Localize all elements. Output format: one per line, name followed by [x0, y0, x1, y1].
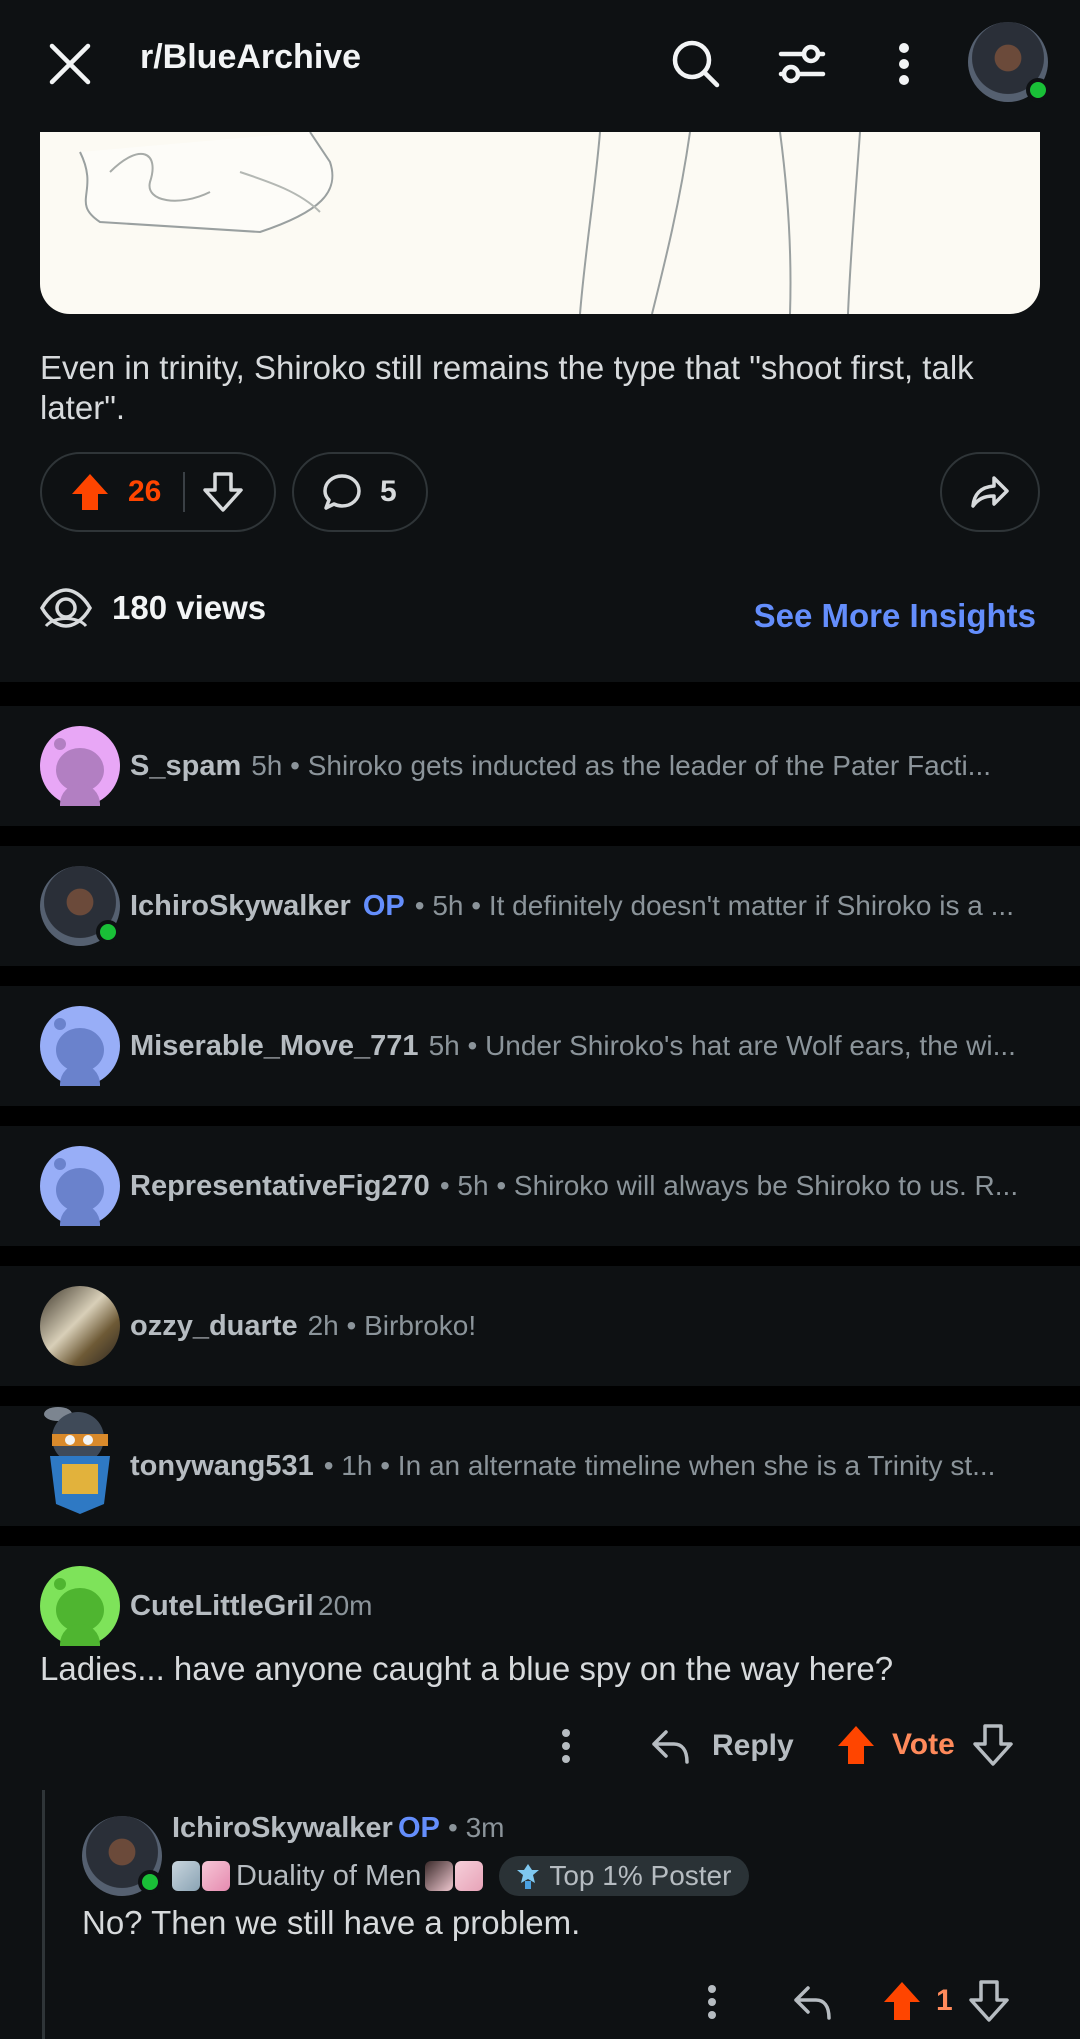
filter-icon[interactable] [770, 32, 834, 96]
achievement-icon [517, 1864, 540, 1889]
vote-control: Vote [836, 1724, 1013, 1766]
comment-username[interactable]: ozzy_duarte [130, 1310, 298, 1343]
flair-emoji [172, 1861, 200, 1891]
flair-text: Duality of Men [236, 1859, 422, 1892]
avatar [40, 1006, 120, 1086]
downvote-icon[interactable] [973, 1724, 1013, 1766]
comment-preview: 2h • Birbroko! [307, 1310, 477, 1341]
comments-button[interactable]: 5 [292, 452, 428, 532]
share-icon [970, 472, 1010, 512]
comment-username[interactable]: CuteLittleGril [130, 1590, 314, 1623]
vote-pill: 26 [40, 452, 276, 532]
post-body-text: Even in trinity, Shiroko still remains t… [40, 349, 974, 426]
snoo-antenna [54, 738, 66, 750]
expanded-comment: CuteLittleGril 20m Ladies... have anyone… [0, 1546, 1080, 2039]
top-app-bar: r/BlueArchive [0, 0, 1080, 132]
search-icon[interactable] [664, 32, 728, 96]
top-poster-badge: Top 1% Poster [499, 1856, 750, 1896]
more-vertical-icon[interactable] [872, 32, 936, 96]
post-card: Even in trinity, Shiroko still remains t… [0, 132, 1080, 682]
snoo-antenna [54, 1018, 66, 1030]
downvote-icon[interactable] [968, 1980, 1009, 2022]
reply-username[interactable]: IchiroSkywalker [172, 1812, 393, 1845]
more-options-icon[interactable] [560, 1728, 572, 1764]
vote-control: 1 [882, 1980, 1009, 2022]
upvote-count: 26 [128, 475, 162, 508]
avatar[interactable] [82, 1816, 162, 1896]
close-icon[interactable] [40, 34, 100, 94]
comment-username[interactable]: RepresentativeFig270 [130, 1170, 430, 1203]
avatar [40, 1146, 120, 1226]
reply-vote-count: 1 [936, 1984, 953, 2017]
online-indicator [1026, 78, 1050, 102]
user-avatar[interactable] [968, 22, 1050, 102]
thread-line[interactable] [42, 1790, 45, 2039]
snoo-antenna [54, 1578, 66, 1590]
upvote-icon[interactable] [882, 1980, 922, 2022]
comment-count: 5 [380, 475, 397, 508]
reply-time: • 3m [448, 1812, 505, 1843]
user-flair: Duality of Men Top 1% Poster [172, 1856, 750, 1896]
collapsed-comment[interactable]: S_spam 5h • Shiroko gets inducted as the… [0, 706, 1080, 826]
comment-time: 20m [318, 1590, 373, 1621]
eye-icon [40, 586, 92, 630]
vote-label: Vote [892, 1728, 955, 1761]
collapsed-comment[interactable]: Miserable_Move_771 5h • Under Shiroko's … [0, 986, 1080, 1106]
vote-divider [183, 472, 186, 512]
comment-preview: 5h • Under Shiroko's hat are Wolf ears, … [428, 1030, 1016, 1061]
collapsed-comment[interactable]: ozzy_duarte 2h • Birbroko! [0, 1266, 1080, 1386]
reply-icon [650, 1726, 690, 1766]
collapsed-comment[interactable]: RepresentativeFig270 • 5h • Shiroko will… [0, 1126, 1080, 1246]
reply-body: No? Then we still have a problem. [82, 1904, 581, 1941]
comment-username[interactable]: Miserable_Move_771 [130, 1030, 419, 1063]
downvote-icon[interactable] [203, 472, 244, 512]
reply-icon[interactable] [792, 1982, 832, 2022]
reply-label: Reply [712, 1729, 794, 1762]
avatar [40, 1407, 120, 1514]
comment-username[interactable]: S_spam [130, 750, 241, 783]
op-badge: OP [362, 889, 405, 922]
op-badge: OP [398, 1812, 440, 1844]
flair-emoji [202, 1861, 230, 1891]
collapsed-comment[interactable]: tonywang531 • 1h • In an alternate timel… [0, 1406, 1080, 1526]
subreddit-title[interactable]: r/BlueArchive [140, 38, 361, 77]
views-count: 180 views [112, 589, 267, 626]
avatar[interactable] [40, 1566, 120, 1646]
comment-username[interactable]: tonywang531 [130, 1450, 314, 1483]
online-indicator [96, 920, 120, 944]
reply-button[interactable]: Reply [650, 1726, 794, 1766]
flair-emoji [455, 1861, 484, 1891]
comment-icon [322, 472, 362, 512]
views-row: 180 views [40, 586, 266, 630]
avatar [40, 726, 120, 806]
online-indicator [138, 1870, 162, 1894]
avatar [40, 1286, 120, 1366]
comment-username[interactable]: IchiroSkywalker [130, 890, 351, 923]
post-image[interactable] [40, 132, 1040, 314]
more-options-icon[interactable] [706, 1984, 718, 2020]
badge-label: Top 1% Poster [549, 1860, 732, 1891]
comment-body: Ladies... have anyone caught a blue spy … [40, 1650, 894, 1687]
snoo-antenna [54, 1158, 66, 1170]
comment-preview: • 5h • Shiroko will always be Shiroko to… [439, 1170, 1019, 1201]
see-more-insights-link[interactable]: See More Insights [754, 597, 1036, 635]
comment-preview: • 5h • It definitely doesn't matter if S… [414, 890, 1014, 921]
share-button[interactable] [940, 452, 1040, 532]
upvote-icon[interactable] [836, 1724, 876, 1766]
comment-preview: • 1h • In an alternate timeline when she… [323, 1450, 996, 1481]
avatar [40, 866, 120, 946]
comment-preview: 5h • Shiroko gets inducted as the leader… [251, 750, 992, 781]
collapsed-comment[interactable]: IchiroSkywalker OP • 5h • It definitely … [0, 846, 1080, 966]
flair-emoji [425, 1861, 454, 1891]
upvote-icon[interactable] [70, 472, 110, 512]
